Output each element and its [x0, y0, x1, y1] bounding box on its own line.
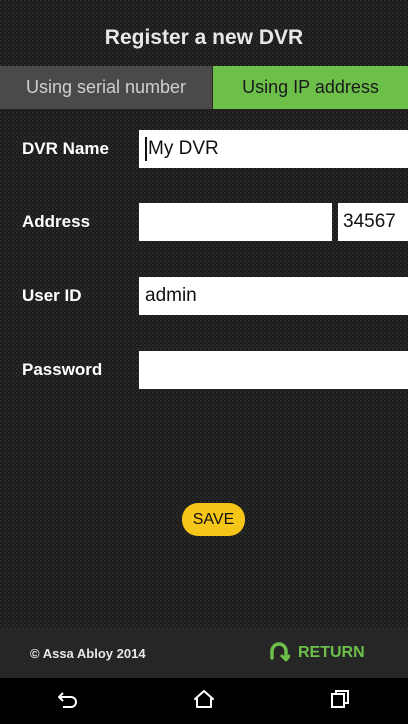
password-label: Password: [22, 360, 103, 379]
return-icon: [268, 640, 292, 667]
tab-serial-number[interactable]: Using serial number: [0, 66, 213, 109]
address-field[interactable]: [139, 203, 332, 241]
dvr-name-value: My DVR: [148, 138, 219, 159]
home-button[interactable]: [174, 678, 234, 724]
footer: © Assa Abloy 2014 RETURN: [0, 628, 408, 678]
port-field[interactable]: 34567: [338, 203, 408, 241]
save-button[interactable]: SAVE: [182, 503, 245, 536]
tab-bar: Using serial number Using IP address: [0, 66, 408, 109]
password-field[interactable]: [139, 351, 408, 389]
return-button-label: RETURN: [298, 644, 365, 661]
recents-button[interactable]: [310, 678, 370, 724]
back-button[interactable]: [38, 678, 98, 724]
address-row: Address 34567: [0, 203, 408, 241]
dvr-name-row: DVR Name My DVR: [0, 130, 408, 168]
dvr-name-label: DVR Name: [22, 139, 109, 158]
user-id-label: User ID: [22, 286, 82, 305]
user-id-value: admin: [145, 285, 197, 306]
tab-ip-address-label: Using IP address: [242, 77, 379, 97]
home-icon: [194, 689, 214, 713]
tab-serial-number-label: Using serial number: [25, 77, 187, 97]
dvr-name-field[interactable]: My DVR: [139, 130, 408, 168]
address-label: Address: [22, 212, 91, 231]
password-row: Password: [0, 351, 408, 389]
copyright-text: © Assa Abloy 2014: [30, 645, 146, 661]
back-icon: [57, 690, 79, 713]
android-navbar: [0, 678, 408, 724]
page-title: Register a new DVR: [104, 26, 304, 49]
save-button-label: SAVE: [192, 510, 235, 528]
recents-icon: [330, 689, 350, 714]
user-id-field[interactable]: admin: [139, 277, 408, 315]
user-id-row: User ID admin: [0, 277, 408, 315]
app-screen: Register a new DVR Using serial number U…: [0, 0, 408, 724]
return-button[interactable]: RETURN: [268, 628, 365, 678]
text-caret: [145, 137, 147, 161]
port-value: 34567: [343, 211, 396, 232]
title-bar: Register a new DVR: [0, 0, 408, 76]
tab-ip-address[interactable]: Using IP address: [213, 66, 408, 109]
